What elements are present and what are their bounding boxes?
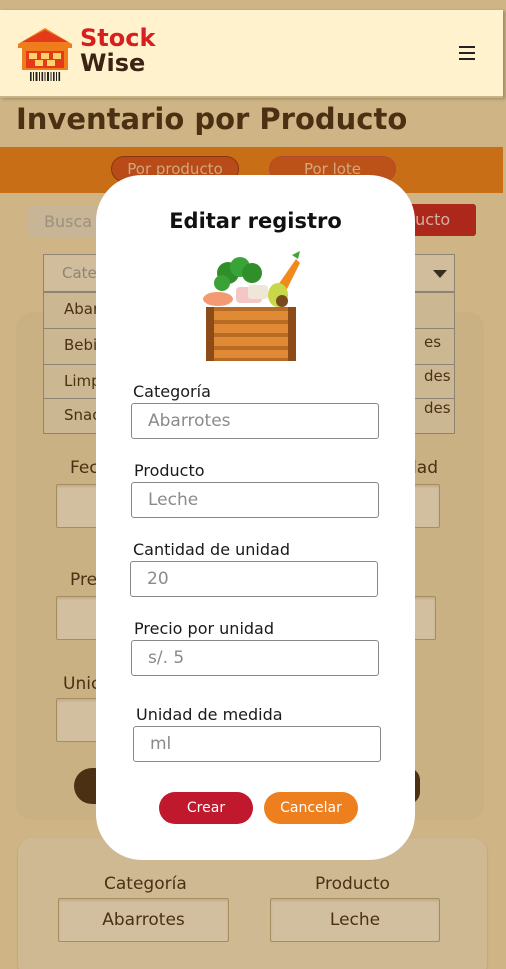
unidad-label: Unidad de medida bbox=[136, 705, 283, 724]
producto-input[interactable]: Leche bbox=[131, 482, 379, 518]
cantidad-input[interactable]: 20 bbox=[130, 561, 378, 597]
precio-label: Precio por unidad bbox=[134, 619, 275, 638]
brand-line1: Stock bbox=[80, 24, 156, 52]
categoria-label: Categoría bbox=[133, 382, 211, 401]
edit-record-modal: Editar registro Categoría Abarrotes Prod… bbox=[96, 175, 415, 860]
warehouse-icon bbox=[18, 28, 72, 81]
cancel-button[interactable]: Cancelar bbox=[264, 792, 358, 824]
create-button[interactable]: Crear bbox=[159, 792, 253, 824]
app-header: Stock Wise bbox=[0, 10, 503, 98]
brand-line2: Wise bbox=[80, 49, 146, 77]
modal-title: Editar registro bbox=[169, 209, 342, 233]
brand-name: Stock Wise bbox=[80, 26, 155, 76]
precio-input[interactable]: s/. 5 bbox=[131, 640, 379, 676]
unidad-input[interactable]: ml bbox=[133, 726, 381, 762]
hamburger-icon[interactable] bbox=[459, 46, 475, 60]
cantidad-label: Cantidad de unidad bbox=[133, 540, 290, 559]
categoria-input[interactable]: Abarrotes bbox=[131, 403, 379, 439]
producto-label: Producto bbox=[134, 461, 205, 480]
vegetable-crate-icon bbox=[203, 251, 300, 361]
